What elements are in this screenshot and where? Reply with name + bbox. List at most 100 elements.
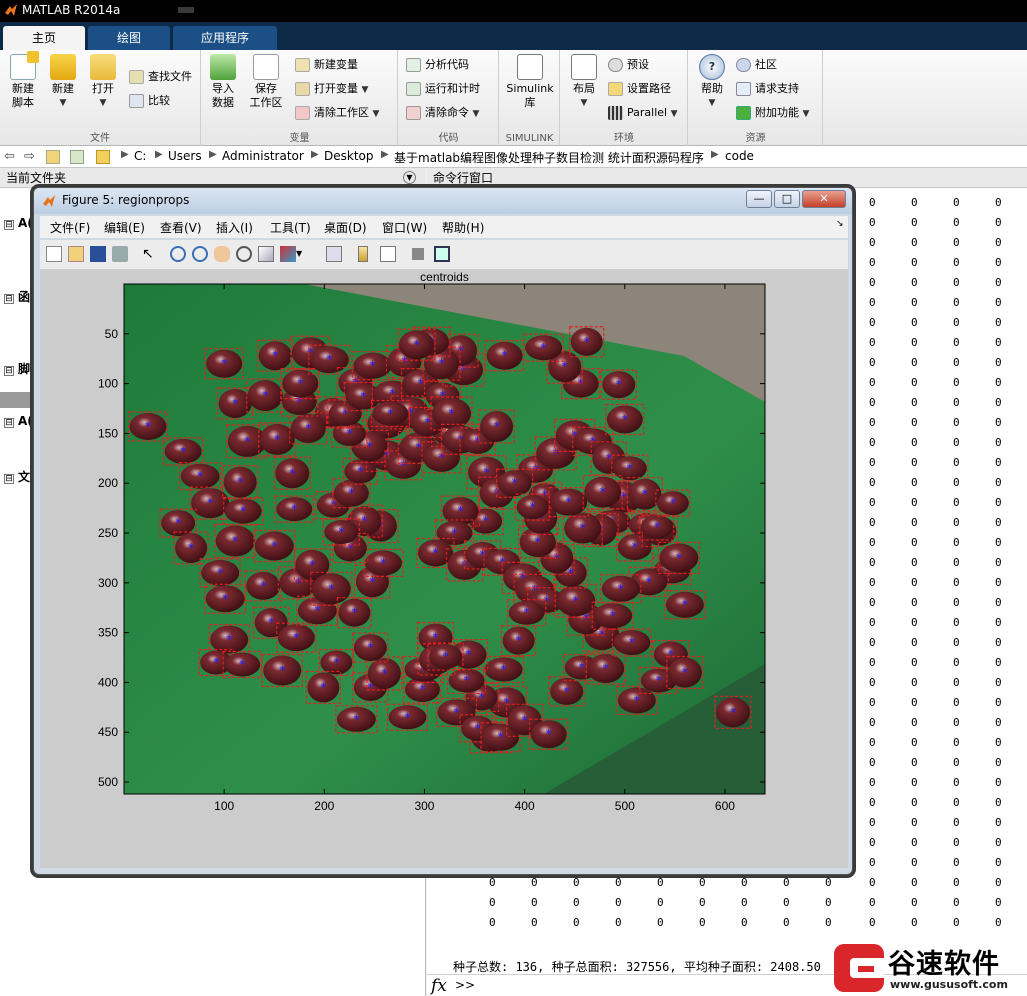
tab-home[interactable]: 主页 (3, 26, 85, 50)
run-and-time-button[interactable]: 运行和计时 (405, 79, 480, 99)
breadcrumb-c-drive[interactable]: C: (134, 149, 146, 163)
folder-icon (96, 150, 110, 164)
folder-section-row-2[interactable]: ⊟ A( (4, 414, 33, 428)
output-value: 0 (825, 916, 832, 929)
request-support-button[interactable]: 请求支持 (735, 79, 799, 99)
brush-dropdown-icon[interactable]: ▼ (296, 246, 312, 262)
open-file-icon[interactable] (68, 246, 84, 262)
output-value: 0 (869, 816, 876, 829)
centroid-marker: * (145, 419, 151, 433)
close-button[interactable]: ✕ (802, 190, 846, 208)
rotate-3d-icon[interactable] (236, 246, 252, 262)
centroid-marker: * (326, 353, 332, 367)
breadcrumb-project-folder[interactable]: 基于matlab编程图像处理种子数目检测 统计面积源码程序 (394, 149, 704, 166)
files-section-row[interactable]: ⊟ 文 (4, 468, 30, 485)
menu-desktop[interactable]: 桌面(D) (324, 219, 367, 236)
open-variable-button[interactable]: 打开变量 ▼ (294, 79, 368, 99)
import-data-button[interactable]: 导入 数据 (202, 54, 244, 110)
new-figure-icon[interactable] (46, 246, 62, 262)
centroids-plot[interactable]: centroids 100 200 300 400 500 600 50 100 150 200 2… (40, 270, 848, 868)
add-ons-button[interactable]: 附加功能 ▼ (735, 103, 809, 123)
preferences-button[interactable]: 预设 (607, 55, 649, 75)
centroid-marker: * (309, 558, 315, 572)
pan-hand-icon[interactable] (214, 246, 230, 262)
browse-folder-icon[interactable] (70, 150, 84, 164)
find-files-button[interactable]: 查找文件 (128, 67, 192, 87)
functions-section-row[interactable]: ⊟ 函 (4, 288, 30, 305)
pointer-icon[interactable]: ↖ (142, 246, 158, 262)
centroid-marker: * (197, 469, 203, 483)
centroid-marker: * (512, 476, 518, 490)
collapse-icon[interactable]: ⊟ (4, 294, 14, 304)
tab-apps[interactable]: 应用程序 (173, 26, 277, 50)
breadcrumb-users[interactable]: Users (168, 149, 202, 163)
breadcrumb-desktop[interactable]: Desktop (324, 149, 374, 163)
folder-section-row[interactable]: ⊟ A( (4, 216, 33, 230)
figure-title-bar[interactable]: Figure 5: regionprops — □ ✕ (34, 188, 852, 214)
save-icon[interactable] (90, 246, 106, 262)
tab-plots[interactable]: 绘图 (88, 26, 170, 50)
menu-file[interactable]: 文件(F) (50, 219, 90, 236)
parallel-button[interactable]: Parallel ▼ (607, 103, 678, 123)
menu-insert[interactable]: 插入(I) (216, 219, 253, 236)
centroid-marker: * (502, 349, 508, 363)
up-folder-icon[interactable] (46, 150, 60, 164)
collapse-icon[interactable]: ⊟ (4, 366, 14, 376)
centroid-marker: * (175, 516, 181, 530)
colorbar-icon[interactable] (358, 246, 368, 262)
print-icon[interactable] (112, 246, 128, 262)
community-button[interactable]: 社区 (735, 55, 777, 75)
simulink-library-button[interactable]: Simulink 库 (504, 54, 556, 110)
data-cursor-icon[interactable] (258, 246, 274, 262)
maximize-button[interactable]: □ (774, 190, 800, 208)
open-variable-label: 打开变量 (314, 82, 358, 95)
output-value: 0 (869, 596, 876, 609)
menu-tools[interactable]: 工具(T) (270, 219, 311, 236)
breadcrumb-code[interactable]: code (725, 149, 754, 163)
dock-arrow-icon[interactable]: ↘ (836, 219, 844, 229)
centroid-marker: * (272, 349, 278, 363)
breadcrumb-administrator[interactable]: Administrator (222, 149, 304, 163)
figure-toolbar: ↖ ▼ (40, 240, 848, 270)
minimize-button[interactable]: — (746, 190, 772, 208)
menu-window[interactable]: 窗口(W) (382, 219, 427, 236)
hide-plot-tools-icon[interactable] (412, 248, 424, 260)
panel-options-icon[interactable]: ▼ (403, 171, 416, 184)
new-button[interactable]: 新建 ▼ (42, 54, 84, 110)
clear-workspace-button[interactable]: 清除工作区 ▼ (294, 103, 379, 123)
analyze-code-button[interactable]: 分析代码 (405, 55, 469, 75)
clear-commands-button[interactable]: 清除命令 ▼ (405, 103, 479, 123)
collapse-icon[interactable]: ⊟ (4, 418, 14, 428)
brush-icon[interactable] (280, 246, 296, 262)
figure-window[interactable]: Figure 5: regionprops — □ ✕ 文件(F) 编辑(E) … (33, 187, 853, 875)
centroid-marker: * (268, 616, 274, 630)
scripts-section-row[interactable]: ⊟ 脚 (4, 360, 30, 377)
collapse-icon[interactable]: ⊟ (4, 474, 14, 484)
save-workspace-button[interactable]: 保存 工作区 (244, 54, 288, 110)
help-button[interactable]: ? 帮助 ▼ (691, 54, 733, 110)
set-path-button[interactable]: 设置路径 (607, 79, 671, 99)
menu-edit[interactable]: 编辑(E) (104, 219, 145, 236)
back-arrow-icon[interactable]: ⇦ (4, 149, 15, 164)
clear-workspace-label: 清除工作区 (314, 106, 369, 119)
collapse-icon[interactable]: ⊟ (4, 220, 14, 230)
layout-button[interactable]: 布局 ▼ (563, 54, 605, 110)
centroid-marker: * (351, 606, 357, 620)
forward-arrow-icon[interactable]: ⇨ (24, 149, 35, 164)
new-variable-button[interactable]: 新建变量 (294, 55, 358, 75)
centroid-marker: * (291, 502, 297, 516)
show-plot-tools-icon[interactable] (434, 246, 450, 262)
output-value: 0 (995, 676, 1002, 689)
zoom-in-icon[interactable] (170, 246, 186, 262)
matlab-logo-icon (5, 4, 17, 16)
function-browser-icon[interactable]: fx (431, 976, 447, 996)
title-bar-control[interactable] (178, 7, 194, 13)
legend-icon[interactable] (380, 246, 396, 262)
new-script-button[interactable]: 新建 脚本 (2, 51, 44, 110)
zoom-out-icon[interactable] (192, 246, 208, 262)
open-button[interactable]: 打开 ▼ (82, 54, 124, 110)
menu-help[interactable]: 帮助(H) (442, 219, 484, 236)
link-plot-icon[interactable] (326, 246, 342, 262)
menu-view[interactable]: 查看(V) (160, 219, 202, 236)
compare-button[interactable]: 比较 (128, 91, 170, 111)
